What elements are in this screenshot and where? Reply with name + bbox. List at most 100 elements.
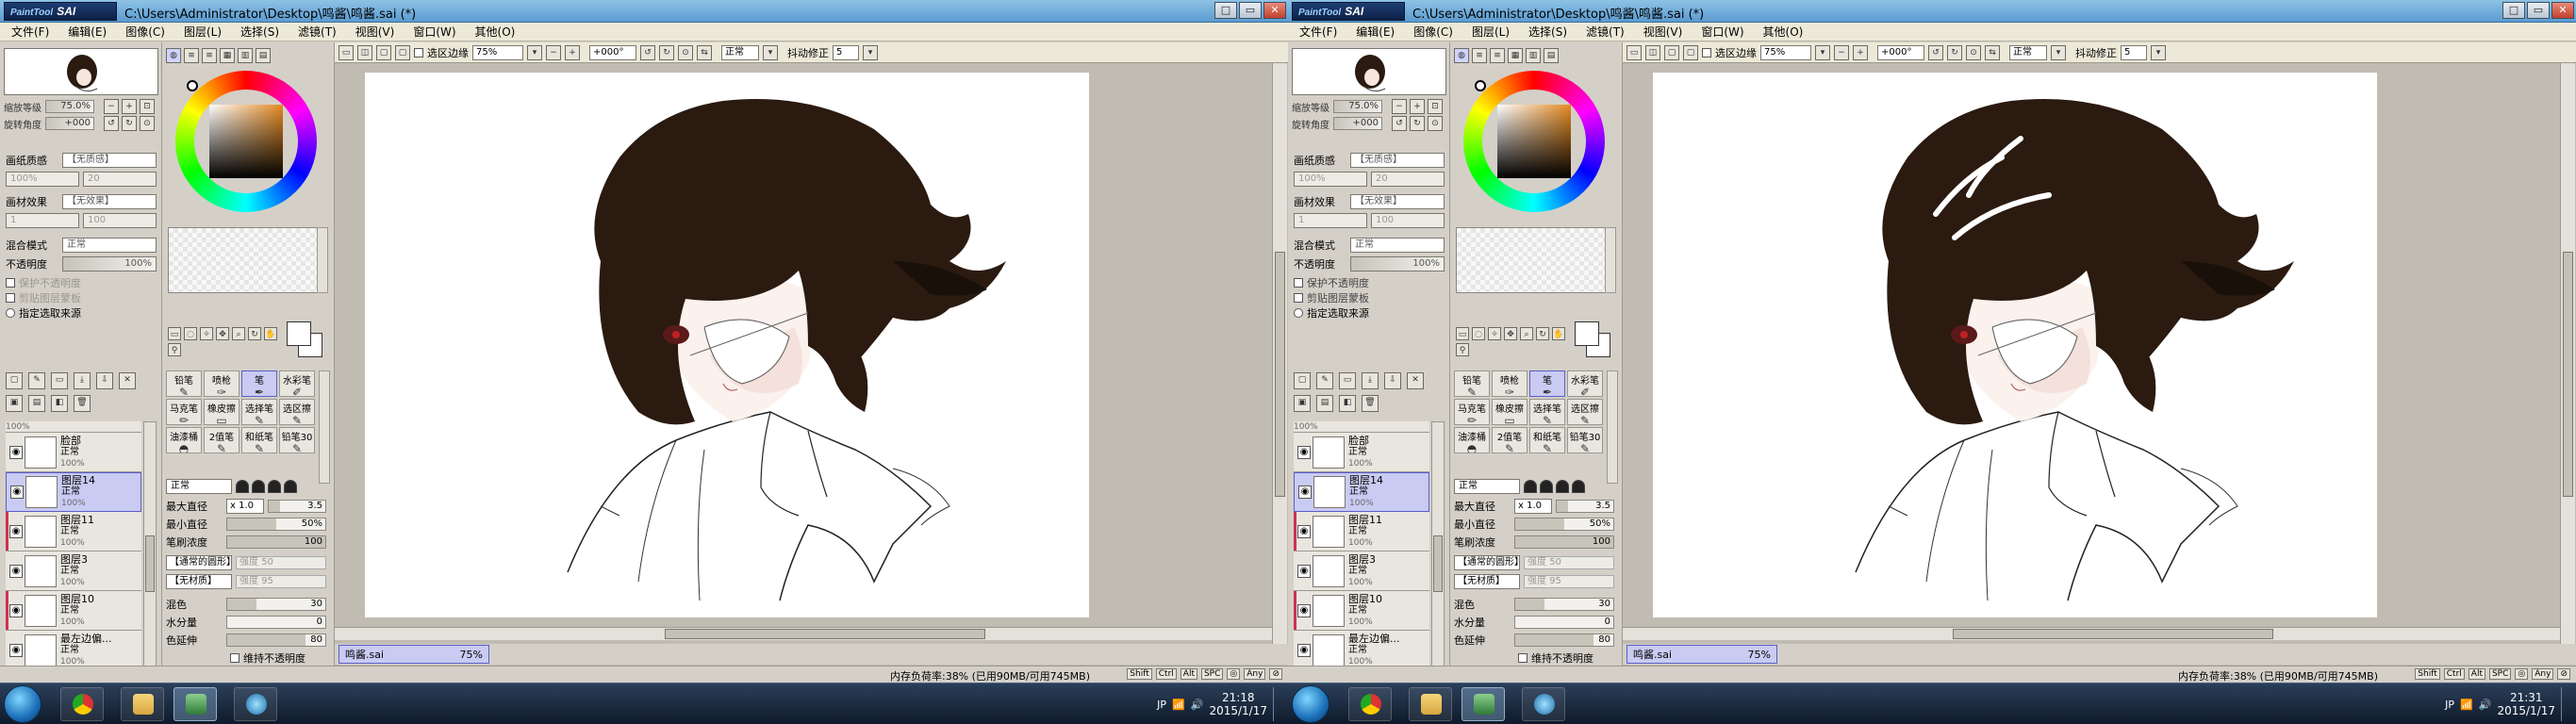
zoom-dropdown-icon[interactable]: ▾: [1815, 44, 1830, 60]
tool-button[interactable]: 马克笔 ✏: [166, 399, 202, 425]
color-swatch-area[interactable]: [1456, 227, 1607, 293]
scrollbar-thumb[interactable]: [665, 629, 985, 639]
tool-button[interactable]: 选区擦 ✎: [1567, 399, 1603, 425]
taskbar-paint-tool-sai[interactable]: [1461, 687, 1505, 721]
brush-tip-icon[interactable]: [252, 480, 265, 493]
scratchpad-tab-icon[interactable]: ▤: [256, 48, 271, 63]
navigator-thumbnail[interactable]: [1292, 48, 1446, 95]
brush-tip-icon[interactable]: [1556, 480, 1569, 493]
brush-tip-icon[interactable]: [268, 480, 281, 493]
zoom-out-icon[interactable]: −: [546, 44, 561, 60]
rotate-reset-icon[interactable]: ⊙: [140, 116, 155, 131]
layer-item[interactable]: ◉ 最左边偏... 正常 100%: [1294, 631, 1429, 670]
max-size-slider[interactable]: 3.5: [268, 500, 326, 513]
tool-button[interactable]: 和纸笔 ✎: [1529, 427, 1565, 453]
transfer-down-icon[interactable]: ⤓: [74, 372, 91, 389]
rotation-field[interactable]: +000°: [1877, 44, 1924, 60]
rotate-view-icon[interactable]: ↻: [248, 327, 261, 340]
rgb-slider-tab-icon[interactable]: ≡: [1472, 48, 1487, 63]
paper-texture-select[interactable]: 【无质感】: [1350, 153, 1445, 168]
stabilizer-field[interactable]: 5: [2121, 44, 2147, 60]
flip-horizontal-icon[interactable]: ⇆: [697, 44, 712, 60]
new-linework-layer-icon[interactable]: ✎: [1316, 372, 1333, 389]
taskbar-app[interactable]: [1522, 687, 1565, 721]
visibility-eye-icon[interactable]: ◉: [1297, 524, 1311, 538]
hand-icon[interactable]: ✋: [264, 327, 277, 340]
zoom-in-icon[interactable]: +: [1410, 99, 1425, 114]
hide-selection-icon[interactable]: ▢: [395, 44, 410, 60]
menu-view[interactable]: 视图(V): [355, 24, 395, 40]
close-button[interactable]: ✕: [1263, 2, 1286, 19]
keep-opacity-checkbox[interactable]: 维持不透明度: [1518, 651, 1593, 665]
brush-mode-select[interactable]: 正常: [1454, 479, 1520, 494]
tool-button[interactable]: 2值笔 ✎: [204, 427, 239, 453]
menu-file[interactable]: 文件(F): [11, 24, 49, 40]
tool-button[interactable]: 选择笔 ✎: [241, 399, 277, 425]
menu-select[interactable]: 选择(S): [240, 24, 279, 40]
paper-texture-intensity[interactable]: 20: [1371, 172, 1445, 187]
canvas-horizontal-scrollbar[interactable]: [335, 627, 1272, 640]
zoom-in-icon[interactable]: +: [1853, 44, 1868, 60]
paper-texture-strength[interactable]: 100%: [6, 172, 79, 187]
paper-effect-intensity[interactable]: 100: [1371, 213, 1445, 228]
paper-effect-strength[interactable]: 1: [1294, 213, 1367, 228]
opacity-slider[interactable]: 100%: [62, 256, 157, 272]
saturation-value-square[interactable]: [1497, 105, 1571, 178]
zoom-in-icon[interactable]: +: [122, 99, 137, 114]
hue-color-wheel[interactable]: [1463, 71, 1605, 212]
brush-texture-select[interactable]: 【无材质】: [1454, 574, 1520, 589]
brush-shape-select[interactable]: 【通常的圆形】: [1454, 555, 1520, 570]
taskbar-chrome[interactable]: [1348, 687, 1392, 721]
visibility-eye-icon[interactable]: ◉: [9, 445, 23, 459]
selection-source-checkbox[interactable]: 指定选取来源: [6, 306, 81, 320]
swatch-scrollbar[interactable]: [317, 227, 328, 293]
paper-texture-intensity[interactable]: 20: [83, 172, 157, 187]
tool-button[interactable]: 喷枪 ✑: [204, 370, 239, 397]
scrollbar-thumb[interactable]: [145, 535, 155, 592]
taskbar-chrome[interactable]: [60, 687, 104, 721]
brush-texture-strength[interactable]: 强度 95: [236, 575, 326, 588]
layer-item[interactable]: ◉ 图层3 正常 100%: [1294, 551, 1429, 591]
mask-icon[interactable]: ◧: [51, 395, 68, 412]
new-folder-icon[interactable]: ▭: [51, 372, 68, 389]
hand-icon[interactable]: ✋: [1552, 327, 1565, 340]
merge-down-icon[interactable]: ⇩: [1384, 372, 1401, 389]
rotate-right-icon[interactable]: ↻: [659, 44, 674, 60]
menu-edit[interactable]: 编辑(E): [1356, 24, 1395, 40]
invert-select-icon[interactable]: ◫: [1645, 44, 1660, 60]
magic-wand-icon[interactable]: ✧: [1488, 327, 1501, 340]
layer-item[interactable]: 100%: [1294, 421, 1429, 433]
mixer-tab-icon[interactable]: ▦: [1508, 48, 1523, 63]
merge-down-icon[interactable]: ⇩: [96, 372, 113, 389]
volume-icon[interactable]: 🔊: [1191, 699, 1204, 711]
stretch-slider[interactable]: 80: [226, 634, 326, 647]
layer-item[interactable]: ◉ 图层14 正常 100%: [6, 472, 141, 512]
foreground-background-colors[interactable]: [287, 321, 324, 359]
rotate-left-icon[interactable]: ↺: [104, 116, 119, 131]
layer-item[interactable]: ◉ 图层3 正常 100%: [6, 551, 141, 591]
zoom-reset-icon[interactable]: ⊡: [1428, 99, 1443, 114]
volume-icon[interactable]: 🔊: [2479, 699, 2492, 711]
zoom-out-icon[interactable]: −: [1392, 99, 1407, 114]
visibility-eye-icon[interactable]: ◉: [1297, 643, 1311, 657]
blend-mode-select[interactable]: 正常: [1350, 238, 1445, 253]
color-wheel-tab-icon[interactable]: ◍: [166, 48, 181, 63]
stabilizer-dropdown-icon[interactable]: ▾: [863, 44, 878, 60]
zoom-out-icon[interactable]: −: [104, 99, 119, 114]
protect-opacity-checkbox[interactable]: 保护不透明度: [6, 276, 81, 289]
protect-opacity-checkbox[interactable]: 保护不透明度: [1294, 276, 1369, 289]
min-size-slider[interactable]: 50%: [1514, 518, 1614, 531]
hsv-slider-tab-icon[interactable]: ≡: [202, 48, 217, 63]
size-multiplier[interactable]: x 1.0: [1514, 499, 1552, 514]
swatch-scrollbar[interactable]: [1605, 227, 1616, 293]
tool-button[interactable]: 笔 ✒: [241, 370, 277, 397]
mask-icon[interactable]: ◧: [1339, 395, 1356, 412]
zoom-icon[interactable]: ⌕: [1520, 327, 1533, 340]
visibility-eye-icon[interactable]: ◉: [1298, 485, 1312, 499]
menu-window[interactable]: 窗口(W): [1701, 24, 1743, 40]
color-wheel-tab-icon[interactable]: ◍: [1454, 48, 1469, 63]
tool-button[interactable]: 橡皮擦 ▭: [204, 399, 239, 425]
input-method-icon[interactable]: JP: [2445, 699, 2454, 711]
brush-mode-select[interactable]: 正常: [166, 479, 232, 494]
rect-select-icon[interactable]: ▭: [1456, 327, 1469, 340]
